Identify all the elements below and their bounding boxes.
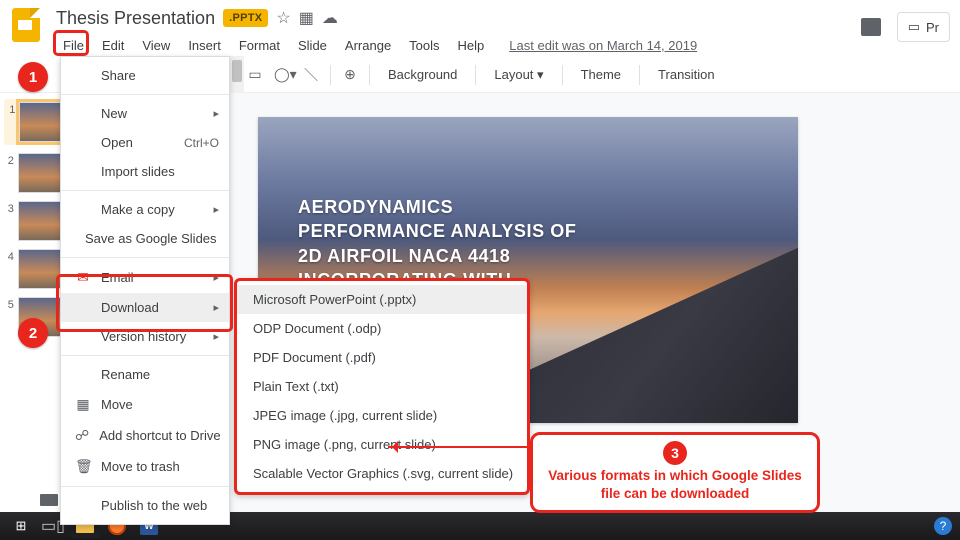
annotation-badge-1: 1: [18, 62, 48, 92]
move-folder-icon[interactable]: ▦: [299, 8, 314, 28]
download-submenu: Microsoft PowerPoint (.pptx) ODP Documen…: [234, 278, 530, 495]
menu-bar: File Edit View Insert Format Slide Arran…: [56, 34, 952, 57]
cloud-status-icon[interactable]: ☁: [322, 8, 338, 28]
pptx-badge: .PPTX: [223, 9, 268, 27]
comments-icon[interactable]: [861, 18, 881, 36]
download-pdf[interactable]: PDF Document (.pdf): [237, 343, 527, 372]
download-jpg[interactable]: JPEG image (.jpg, current slide): [237, 401, 527, 430]
file-email[interactable]: ✉Email▸: [61, 262, 229, 293]
transition-button[interactable]: Transition: [650, 63, 723, 86]
menu-file[interactable]: File: [56, 34, 91, 57]
menu-view[interactable]: View: [135, 34, 177, 57]
slides-logo: [12, 8, 48, 44]
menu-help[interactable]: Help: [451, 34, 492, 57]
theme-button[interactable]: Theme: [573, 63, 629, 86]
file-trash[interactable]: 🗑Move to trash: [61, 451, 229, 482]
present-icon: ▭: [908, 19, 920, 35]
download-png[interactable]: PNG image (.png, current slide): [237, 430, 527, 459]
file-publish[interactable]: Publish to the web: [61, 491, 229, 520]
menu-slide[interactable]: Slide: [291, 34, 334, 57]
file-save-google[interactable]: Save as Google Slides: [61, 224, 229, 253]
app-header: Thesis Presentation .PPTX ☆ ▦ ☁ File Edi…: [0, 0, 960, 57]
annotation-callout: 3 Various formats in which Google Slides…: [530, 432, 820, 513]
download-odp[interactable]: ODP Document (.odp): [237, 314, 527, 343]
document-title[interactable]: Thesis Presentation: [56, 8, 215, 29]
annotation-text: Various formats in which Google Slides f…: [543, 467, 807, 502]
menu-tools[interactable]: Tools: [402, 34, 446, 57]
menu-arrange[interactable]: Arrange: [338, 34, 398, 57]
file-version-history[interactable]: Version history▸: [61, 322, 229, 351]
menu-format[interactable]: Format: [232, 34, 287, 57]
file-move[interactable]: ▦Move: [61, 389, 229, 420]
file-download[interactable]: Download▸: [61, 293, 229, 322]
file-share[interactable]: Share: [61, 61, 229, 90]
textbox-icon[interactable]: ▭: [246, 66, 264, 83]
file-new[interactable]: New▸: [61, 99, 229, 128]
help-tray-icon[interactable]: ?: [934, 517, 952, 535]
download-pptx[interactable]: Microsoft PowerPoint (.pptx): [237, 285, 527, 314]
comment-add-icon[interactable]: ⊕: [341, 66, 359, 83]
file-import[interactable]: Import slides: [61, 157, 229, 186]
start-button[interactable]: ⊞: [6, 514, 36, 538]
annotation-arrow: [388, 446, 528, 448]
annotation-badge-2: 2: [18, 318, 48, 348]
star-icon[interactable]: ☆: [276, 8, 290, 28]
background-button[interactable]: Background: [380, 63, 465, 86]
shape-icon[interactable]: ◯▾: [274, 66, 292, 83]
layout-button[interactable]: Layout ▾: [486, 63, 551, 87]
file-rename[interactable]: Rename: [61, 360, 229, 389]
file-menu-dropdown: Share New▸ OpenCtrl+O Import slides Make…: [60, 56, 230, 525]
menu-insert[interactable]: Insert: [181, 34, 228, 57]
last-edit-link[interactable]: Last edit was on March 14, 2019: [509, 38, 697, 53]
download-svg[interactable]: Scalable Vector Graphics (.svg, current …: [237, 459, 527, 488]
download-txt[interactable]: Plain Text (.txt): [237, 372, 527, 401]
present-button[interactable]: ▭ Pr: [897, 12, 950, 42]
file-make-copy[interactable]: Make a copy▸: [61, 195, 229, 224]
file-open[interactable]: OpenCtrl+O: [61, 128, 229, 157]
menu-edit[interactable]: Edit: [95, 34, 131, 57]
file-add-shortcut[interactable]: ☍Add shortcut to Drive: [61, 420, 229, 451]
line-icon[interactable]: ＼: [302, 65, 320, 85]
view-mode-icons[interactable]: [40, 494, 58, 506]
annotation-badge-3: 3: [663, 441, 687, 465]
